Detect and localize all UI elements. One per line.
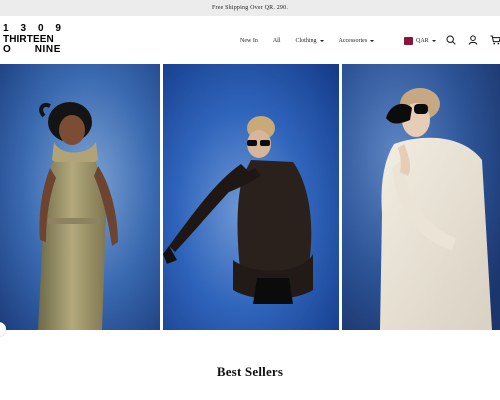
logo-row-digits: 1 3 0 9 xyxy=(3,23,61,34)
nav-item-clothing[interactable]: Clothing xyxy=(296,38,324,44)
nav-item-all[interactable]: All xyxy=(273,38,281,44)
chevron-down-icon xyxy=(319,40,324,42)
announcement-text: Free Shipping Over QR. 290. xyxy=(211,5,289,11)
hero-image-model-crouching-lace[interactable] xyxy=(163,64,339,330)
brand-logo[interactable]: 1 3 0 9 THIRTEEN O NINE xyxy=(3,24,63,56)
currency-selector[interactable]: QAR xyxy=(404,35,436,47)
search-icon xyxy=(446,35,456,45)
logo-row-nine: O NINE xyxy=(3,44,61,55)
chevron-down-icon xyxy=(370,40,375,42)
account-icon xyxy=(468,35,478,45)
cart-icon xyxy=(490,35,500,45)
announcement-bar: Free Shipping Over QR. 290. xyxy=(0,0,500,16)
hero-banner[interactable] xyxy=(0,64,500,330)
cart-button[interactable] xyxy=(489,34,500,46)
chevron-down-icon xyxy=(431,40,436,42)
qatar-flag-icon xyxy=(404,37,413,45)
nav-item-accessories[interactable]: Accessories xyxy=(339,38,375,44)
search-button[interactable] xyxy=(445,34,457,46)
hero-image-model-white-coat[interactable] xyxy=(342,64,500,330)
site-header: 1 3 0 9 THIRTEEN O NINE New In All Cloth… xyxy=(0,16,500,64)
nav-item-new-in[interactable]: New In xyxy=(240,38,258,44)
best-sellers-heading: Best Sellers xyxy=(216,364,284,379)
main-nav: New In All Clothing Accessories xyxy=(240,35,375,47)
account-button[interactable] xyxy=(467,34,479,46)
hero-image-model-beige-dress[interactable] xyxy=(0,64,160,330)
